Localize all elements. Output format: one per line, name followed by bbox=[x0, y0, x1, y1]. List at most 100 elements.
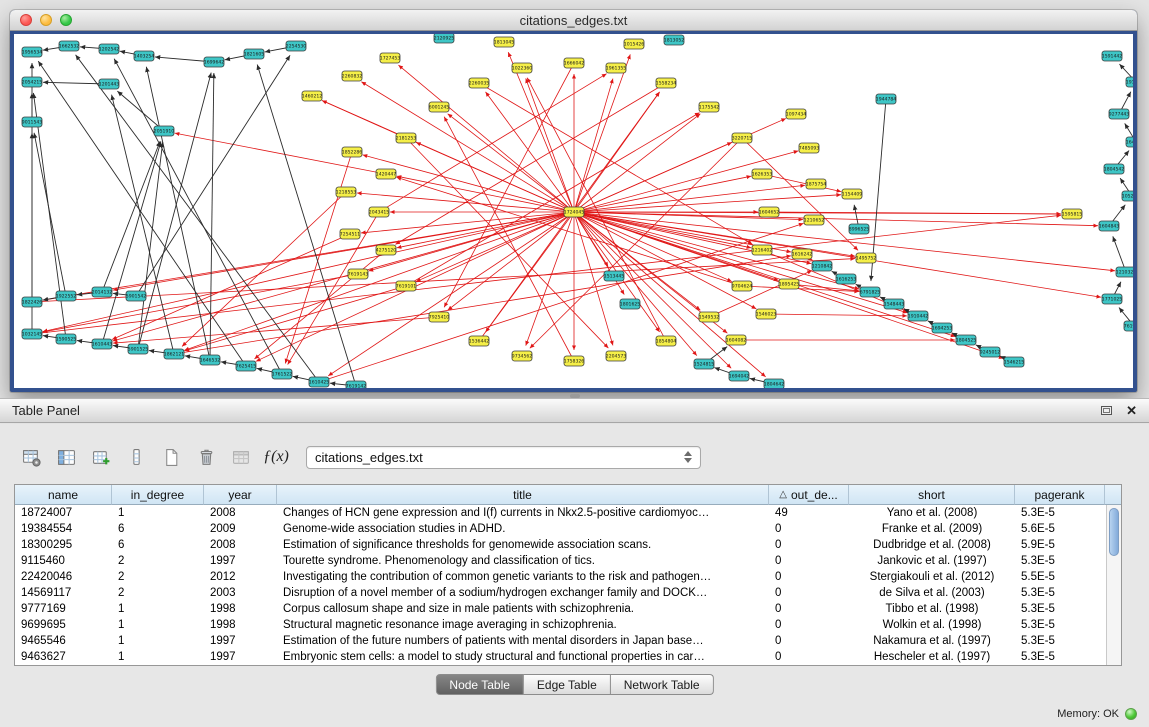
network-node[interactable]: 1524815 bbox=[694, 359, 715, 369]
select-columns-button[interactable] bbox=[53, 444, 79, 470]
network-node[interactable]: 1052125 bbox=[1122, 191, 1133, 201]
column-header-name[interactable]: name bbox=[15, 485, 112, 505]
network-node[interactable]: 1804642 bbox=[764, 379, 785, 388]
network-node[interactable]: 1875754 bbox=[806, 179, 827, 189]
network-node[interactable]: 5901542 bbox=[126, 291, 147, 301]
network-node[interactable]: 1175542 bbox=[699, 102, 720, 112]
close-panel-icon[interactable]: ✕ bbox=[1126, 404, 1137, 417]
network-node[interactable]: 9734562 bbox=[512, 351, 533, 361]
network-node[interactable]: 1604843 bbox=[1099, 221, 1120, 231]
network-node[interactable]: 1616253 bbox=[836, 274, 857, 284]
network-node[interactable]: 1210325 bbox=[1116, 267, 1133, 277]
network-node[interactable]: 1558234 bbox=[656, 78, 677, 88]
network-node[interactable]: 1546215 bbox=[1004, 357, 1025, 367]
network-node[interactable]: 1460212 bbox=[302, 91, 323, 101]
network-node[interactable]: 1758326 bbox=[564, 356, 585, 366]
network-node[interactable]: 9277443 bbox=[1109, 109, 1130, 119]
network-node[interactable]: 2181253 bbox=[396, 133, 417, 143]
table-row[interactable]: 1830029562008Estimation of significance … bbox=[15, 537, 1106, 553]
network-node[interactable]: 7925410 bbox=[429, 312, 450, 322]
network-node[interactable]: 1922552 bbox=[56, 291, 77, 301]
network-node[interactable]: 1961355 bbox=[606, 63, 627, 73]
network-node[interactable]: 1202542 bbox=[99, 44, 120, 54]
network-node[interactable]: 6791825 bbox=[860, 287, 881, 297]
network-node[interactable]: 1495752 bbox=[856, 253, 877, 263]
table-row[interactable]: 2242004622012Investigating the contribut… bbox=[15, 569, 1106, 585]
network-node[interactable]: 1804542 bbox=[1104, 164, 1125, 174]
network-node[interactable]: 7619144 bbox=[1124, 321, 1133, 331]
network-node[interactable]: 1956534 bbox=[22, 47, 43, 57]
network-node[interactable]: 7485093 bbox=[799, 143, 820, 153]
network-selector[interactable]: citations_edges.txt bbox=[306, 446, 701, 469]
network-node[interactable]: 2204573 bbox=[606, 351, 627, 361]
network-node[interactable]: 9704624 bbox=[732, 281, 753, 291]
window-close-button[interactable] bbox=[20, 14, 32, 26]
network-node[interactable]: 1626353 bbox=[752, 169, 773, 179]
network-node[interactable]: 1549532 bbox=[699, 312, 720, 322]
network-node[interactable]: 1699642 bbox=[204, 57, 225, 67]
network-node[interactable]: 7254511 bbox=[340, 229, 361, 239]
network-node[interactable]: 2043415 bbox=[369, 207, 390, 217]
network-node[interactable]: 1771025 bbox=[1102, 294, 1123, 304]
create-column-button[interactable] bbox=[88, 444, 114, 470]
network-node[interactable]: 1944784 bbox=[876, 94, 897, 104]
edit-column-button[interactable] bbox=[123, 444, 149, 470]
network-node[interactable]: 6001245 bbox=[429, 102, 450, 112]
network-node[interactable]: 1646532 bbox=[200, 355, 221, 365]
column-header-year[interactable]: year bbox=[204, 485, 277, 505]
network-node[interactable]: 1403254 bbox=[134, 51, 155, 61]
network-node[interactable]: 1724045 bbox=[564, 207, 585, 217]
network-node[interactable]: 1761522 bbox=[272, 369, 293, 379]
network-node[interactable]: 1591442 bbox=[1102, 51, 1123, 61]
network-node[interactable]: 9245012 bbox=[980, 347, 1001, 357]
network-node[interactable]: 1662532 bbox=[59, 41, 80, 51]
table-row[interactable]: 911546021997Tourette syndrome. Phenomeno… bbox=[15, 553, 1106, 569]
network-node[interactable]: 1895425 bbox=[779, 279, 800, 289]
network-node[interactable]: 1210652 bbox=[804, 215, 825, 225]
scrollbar-thumb[interactable] bbox=[1109, 508, 1119, 556]
network-node[interactable]: 1646515 bbox=[1126, 137, 1133, 147]
network-node[interactable]: 1822426 bbox=[22, 297, 43, 307]
column-header-in-degree[interactable]: in_degree bbox=[112, 485, 204, 505]
window-zoom-button[interactable] bbox=[60, 14, 72, 26]
network-node[interactable]: 1595815 bbox=[1062, 209, 1083, 219]
table-row[interactable]: 1938455462009Genome-wide association stu… bbox=[15, 521, 1106, 537]
tab-network-table[interactable]: Network Table bbox=[611, 674, 714, 695]
network-node[interactable]: 1801625 bbox=[620, 299, 641, 309]
network-node[interactable]: 1854804 bbox=[656, 336, 677, 346]
window-titlebar[interactable]: citations_edges.txt bbox=[10, 10, 1137, 31]
column-settings-button[interactable] bbox=[18, 444, 44, 470]
network-node[interactable]: 3220715 bbox=[732, 133, 753, 143]
window-minimize-button[interactable] bbox=[40, 14, 52, 26]
network-node[interactable]: 1694253 bbox=[932, 323, 953, 333]
network-node[interactable]: 1210842 bbox=[812, 261, 833, 271]
network-canvas[interactable]: 1724045 1604652 1216402 9704624 1549532 18548… bbox=[14, 34, 1133, 388]
network-node[interactable]: 1097434 bbox=[786, 109, 807, 119]
network-node[interactable]: 1616242 bbox=[792, 249, 813, 259]
network-node[interactable]: 7625415 bbox=[236, 361, 257, 371]
network-node[interactable]: 1813045 bbox=[494, 37, 515, 47]
network-node[interactable]: 1536442 bbox=[469, 336, 490, 346]
network-node[interactable]: 5901525 bbox=[128, 344, 149, 354]
network-node[interactable]: 1804525 bbox=[956, 335, 977, 345]
network-node[interactable]: 1862121 bbox=[164, 349, 185, 359]
column-header-short[interactable]: short bbox=[849, 485, 1015, 505]
delete-row-button[interactable] bbox=[193, 444, 219, 470]
network-node[interactable]: 1852286 bbox=[342, 147, 363, 157]
network-node[interactable]: 1604082 bbox=[726, 335, 747, 345]
network-node[interactable]: 1548443 bbox=[884, 299, 905, 309]
network-node[interactable]: 1154409 bbox=[842, 189, 863, 199]
tab-edge-table[interactable]: Edge Table bbox=[524, 674, 611, 695]
network-node[interactable]: 1201443 bbox=[99, 79, 120, 89]
network-node[interactable]: 1015426 bbox=[624, 39, 645, 49]
network-node[interactable]: 4275120 bbox=[376, 245, 397, 255]
network-node[interactable]: 1590525 bbox=[56, 334, 77, 344]
table-row[interactable]: 946362711997Embryonic stem cells: a mode… bbox=[15, 649, 1106, 665]
network-node[interactable]: 2014132 bbox=[92, 287, 113, 297]
network-node[interactable]: 1666042 bbox=[564, 58, 585, 68]
network-node[interactable]: 1604652 bbox=[759, 207, 780, 217]
network-node[interactable]: 1420447 bbox=[376, 169, 397, 179]
tab-node-table[interactable]: Node Table bbox=[435, 674, 524, 695]
network-node[interactable]: 8996525 bbox=[849, 224, 870, 234]
network-node[interactable]: 1216402 bbox=[752, 245, 773, 255]
